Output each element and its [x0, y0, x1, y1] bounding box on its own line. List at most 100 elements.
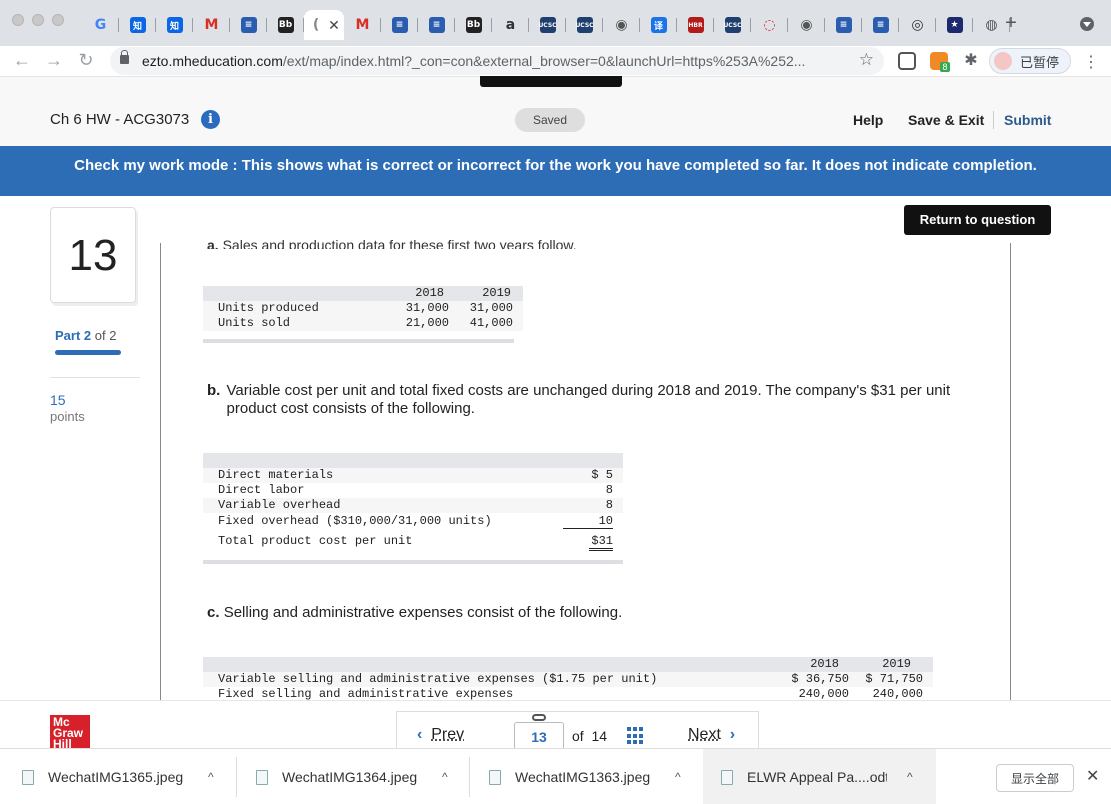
- browser-tab[interactable]: G: [82, 10, 119, 40]
- browser-tab[interactable]: UCSC: [566, 10, 603, 40]
- forward-arrow-icon[interactable]: →: [43, 50, 65, 71]
- browser-tab[interactable]: ≡: [230, 10, 267, 40]
- row-label: Fixed overhead ($310,000/31,000 units): [218, 514, 492, 528]
- tab-search-button[interactable]: [1080, 17, 1094, 31]
- row-label: Variable selling and administrative expe…: [218, 672, 658, 686]
- download-item[interactable]: WechatIMG1363.jpeg ^: [489, 749, 703, 804]
- prev-label: Prev: [431, 726, 465, 743]
- browser-tab[interactable]: ★: [936, 10, 973, 40]
- download-filename: WechatIMG1364.jpeg: [282, 769, 418, 785]
- browser-tab[interactable]: ◉: [603, 10, 640, 40]
- next-button[interactable]: Next ›: [688, 726, 735, 744]
- browser-tab[interactable]: ◌: [751, 10, 788, 40]
- points-value: 15: [50, 392, 66, 408]
- row-value: 8: [605, 483, 613, 497]
- chevron-up-icon[interactable]: ^: [208, 770, 214, 784]
- chevron-left-icon: ‹: [417, 726, 423, 743]
- header-tab-stub: [480, 76, 622, 87]
- zhihu-icon: 知: [129, 17, 146, 33]
- browser-toolbar: ← → ↻ ezto.mheducation.com/ext/map/index…: [0, 46, 1111, 76]
- browser-tab[interactable]: ≡: [862, 10, 899, 40]
- row-value: 41,000: [469, 316, 513, 330]
- browser-tab[interactable]: ◉: [788, 10, 825, 40]
- info-icon[interactable]: i: [201, 110, 220, 129]
- browser-tab[interactable]: ◎: [899, 10, 936, 40]
- browser-tab[interactable]: Bb: [267, 10, 304, 40]
- page-total: of 14: [572, 728, 608, 744]
- chrome-icon: ◍: [985, 17, 998, 33]
- prev-button[interactable]: ‹ Prev: [417, 726, 464, 744]
- table-total-row: Total product cost per unit $31: [203, 534, 623, 552]
- download-filename: WechatIMG1365.jpeg: [48, 769, 184, 785]
- puzzle-extensions-icon[interactable]: ✱: [962, 52, 980, 70]
- browser-tab[interactable]: 知: [156, 10, 193, 40]
- new-tab-button[interactable]: +: [1000, 12, 1022, 35]
- table-row: Direct labor 8: [203, 483, 623, 498]
- amazon-icon: a: [505, 17, 516, 33]
- google-icon: G: [94, 17, 107, 33]
- table-a-year: 2019: [482, 286, 511, 300]
- browser-menu-icon[interactable]: ⋮: [1083, 52, 1099, 72]
- extension-s-icon[interactable]: [898, 52, 916, 70]
- globe-icon: ◉: [615, 17, 628, 33]
- bookmark-star-icon[interactable]: ☆: [859, 50, 874, 70]
- browser-tab[interactable]: 译: [640, 10, 677, 40]
- chevron-up-icon[interactable]: ^: [907, 770, 913, 784]
- table-row: Variable overhead 8: [203, 498, 623, 513]
- browser-tab[interactable]: ≡: [825, 10, 862, 40]
- download-item[interactable]: WechatIMG1365.jpeg ^: [22, 749, 236, 804]
- grid-view-icon[interactable]: [627, 727, 645, 745]
- browser-tab[interactable]: UCSC: [714, 10, 751, 40]
- profile-button[interactable]: 已暂停: [989, 48, 1071, 74]
- zoom-window-button[interactable]: [52, 14, 64, 26]
- ring-icon: ◌: [763, 17, 776, 33]
- next-label: Next: [688, 726, 721, 743]
- close-tab-icon[interactable]: ✕: [328, 17, 340, 34]
- download-item[interactable]: WechatIMG1364.jpeg ^: [256, 749, 470, 804]
- row-value: 21,000: [405, 316, 449, 330]
- browser-tab[interactable]: UCSC: [529, 10, 566, 40]
- help-link[interactable]: Help: [853, 112, 883, 128]
- profile-status: 已暂停: [1020, 55, 1060, 71]
- browser-tab[interactable]: ≡: [381, 10, 418, 40]
- address-bar[interactable]: ezto.mheducation.com/ext/map/index.html?…: [110, 47, 884, 75]
- gmail-icon: M: [355, 17, 370, 33]
- browser-tab[interactable]: (✕: [304, 10, 344, 40]
- download-filename: ELWR Appeal Pa....odt: [747, 769, 887, 785]
- return-to-question-button[interactable]: Return to question: [904, 205, 1051, 235]
- close-window-button[interactable]: [12, 14, 24, 26]
- browser-tab[interactable]: M: [344, 10, 381, 40]
- download-item[interactable]: ELWR Appeal Pa....odt ^: [703, 749, 936, 804]
- table-a-footer-bar: [203, 339, 514, 343]
- browser-tab[interactable]: ≡: [418, 10, 455, 40]
- minimize-window-button[interactable]: [32, 14, 44, 26]
- table-row: Fixed selling and administrative expense…: [203, 687, 933, 700]
- browser-tab[interactable]: M: [193, 10, 230, 40]
- row-value: $ 71,750: [865, 672, 923, 686]
- window-controls[interactable]: [12, 14, 64, 26]
- reload-icon[interactable]: ↻: [75, 50, 97, 71]
- chevron-up-icon[interactable]: ^: [442, 770, 448, 784]
- row-value: 31,000: [469, 301, 513, 315]
- back-arrow-icon[interactable]: ←: [11, 50, 33, 71]
- chevron-up-icon[interactable]: ^: [675, 770, 681, 784]
- browser-tab[interactable]: HBR: [677, 10, 714, 40]
- submit-link[interactable]: Submit: [1004, 112, 1051, 128]
- row-label: Units produced: [218, 301, 319, 315]
- table-row: Units sold 21,000 41,000: [203, 316, 523, 331]
- browser-tab-strip: G 知知 M ≡ Bb(✕ M ≡ ≡ Bb a UCSC UCSC ◉ 译 HBR UCSC ◌ ◉ ≡ ≡ ◎ ★ ◍ …: [0, 0, 1111, 46]
- mheducation-icon: ≡: [391, 17, 408, 33]
- extension-badge-icon[interactable]: 8: [930, 52, 950, 72]
- row-value: 240,000: [798, 687, 849, 700]
- save-exit-link[interactable]: Save & Exit: [908, 112, 984, 128]
- browser-tab[interactable]: 知: [119, 10, 156, 40]
- mcgraw-hill-logo: Mc Graw Hill: [50, 715, 90, 749]
- globe-icon: ◉: [800, 17, 813, 33]
- browser-tab[interactable]: a: [492, 10, 529, 40]
- download-divider: [236, 757, 237, 797]
- close-icon[interactable]: ✕: [1086, 766, 1099, 786]
- browser-tab[interactable]: Bb: [455, 10, 492, 40]
- show-all-downloads-button[interactable]: 显示全部: [996, 764, 1074, 792]
- url-text[interactable]: ezto.mheducation.com/ext/map/index.html?…: [142, 53, 842, 69]
- current-question-input[interactable]: 13: [514, 722, 564, 750]
